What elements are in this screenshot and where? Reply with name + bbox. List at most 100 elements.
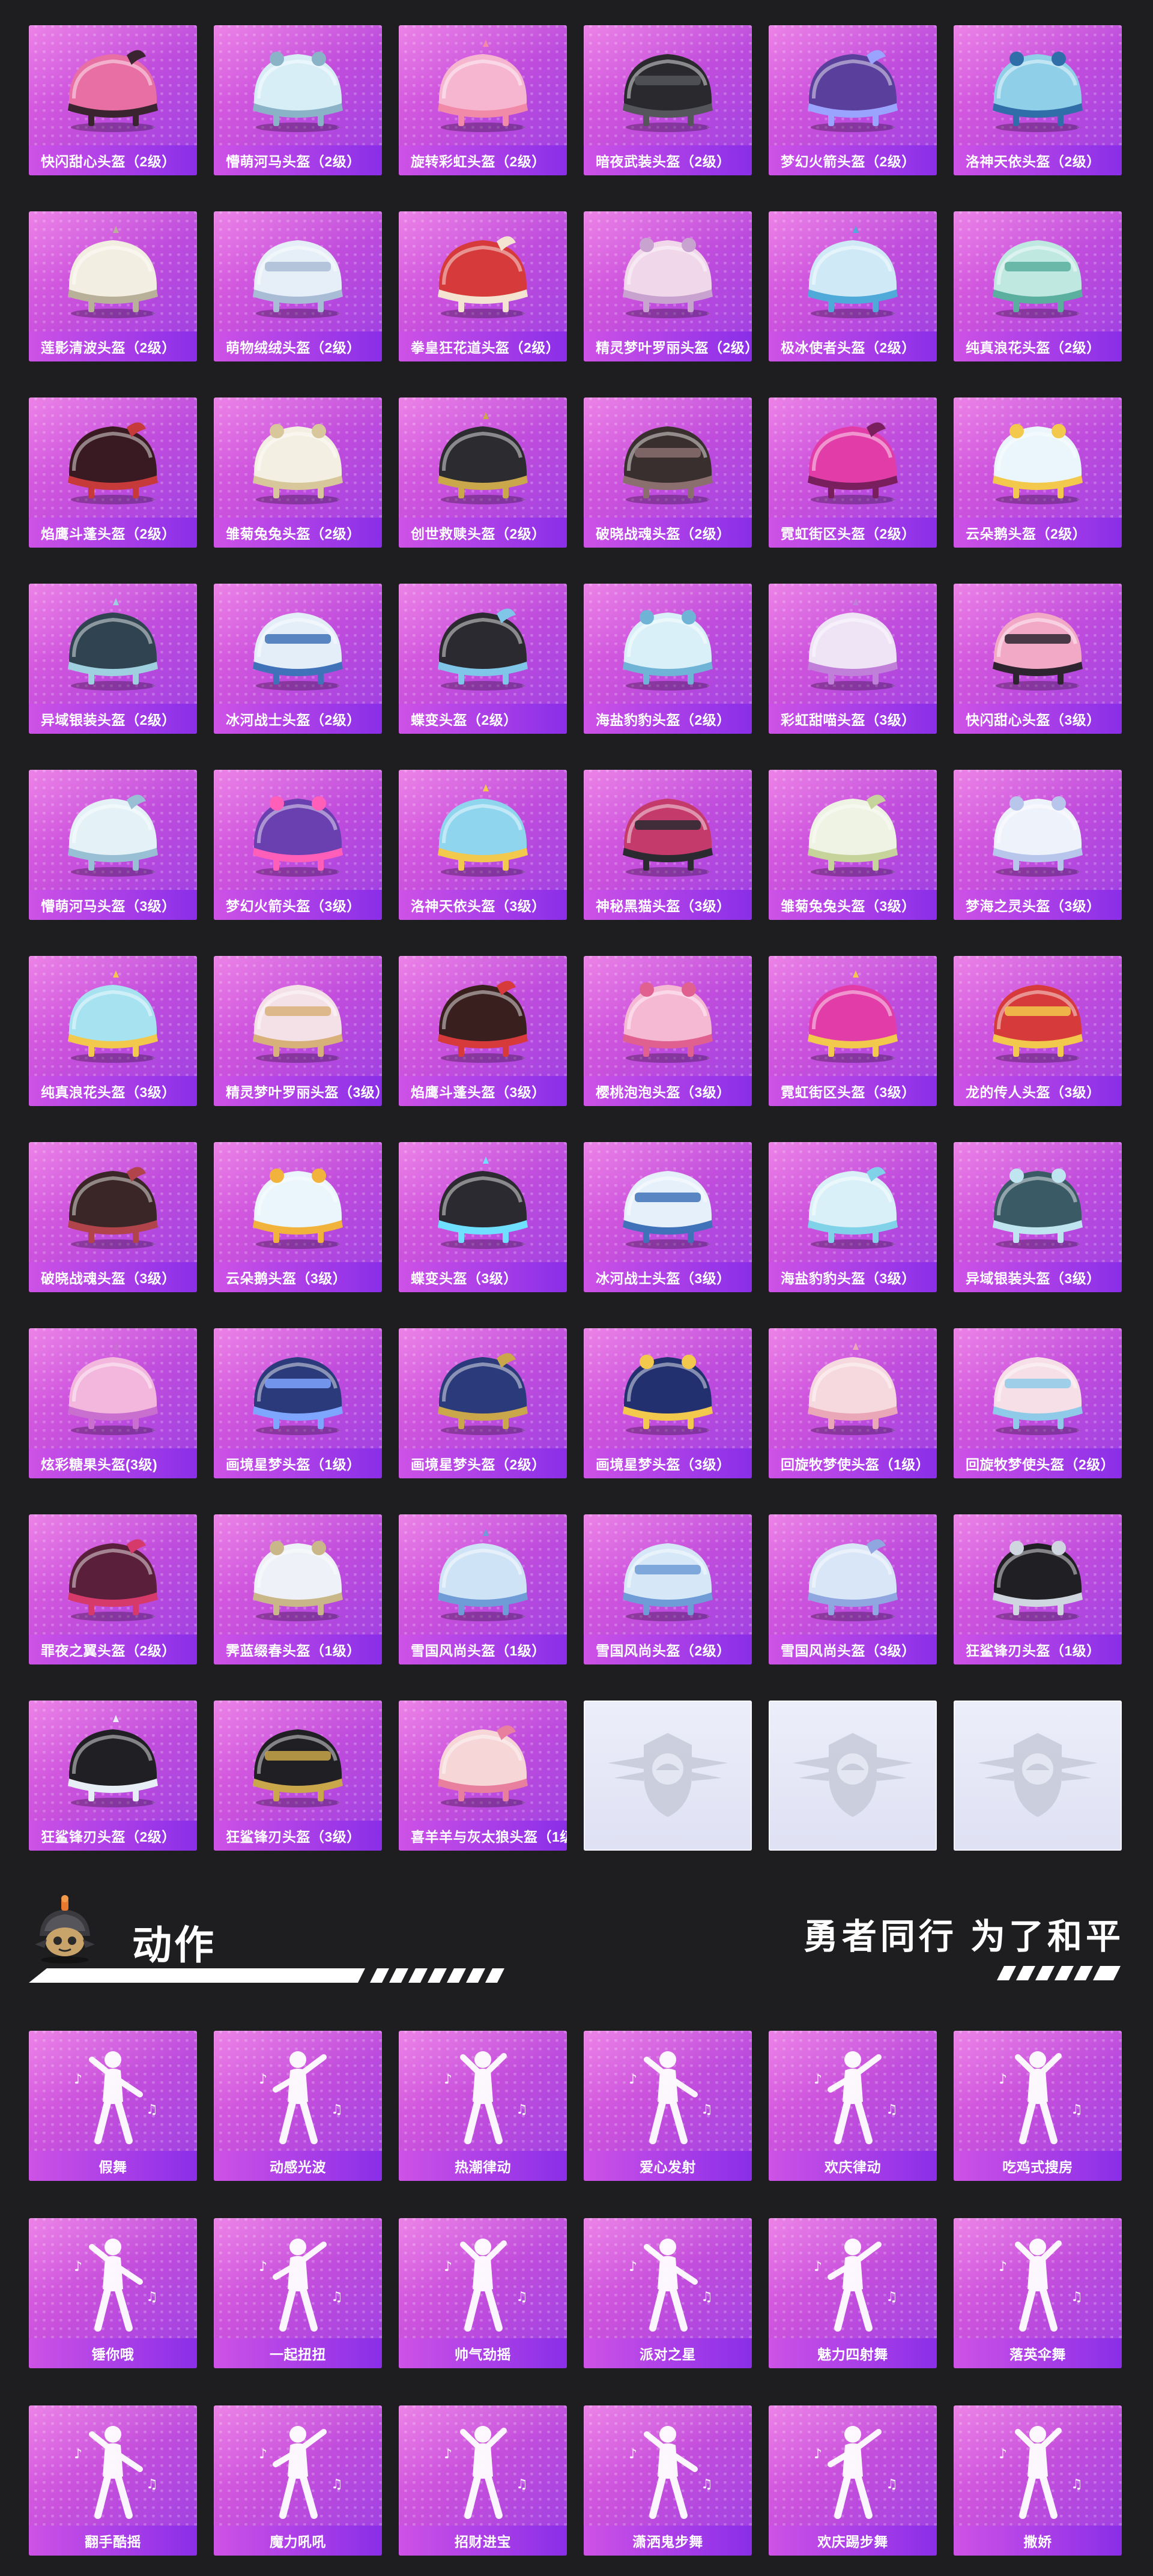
helmet-icon bbox=[253, 240, 343, 318]
helmet-name: 喜羊羊与灰太狼头盔（1级） bbox=[399, 1821, 567, 1851]
helmet-card[interactable]: 雏菊兔兔头盔（3级） bbox=[769, 770, 937, 920]
helmet-card[interactable]: 洛神天依头盔（2级） bbox=[954, 25, 1122, 175]
helmet-card[interactable]: 狂鲨锋刃头盔（3级） bbox=[214, 1701, 382, 1851]
helmet-icon bbox=[993, 52, 1083, 132]
helmet-card[interactable]: 雪国风尚头盔（3级） bbox=[769, 1514, 937, 1664]
helmet-name: 异域银装头盔（3级） bbox=[954, 1262, 1122, 1292]
helmet-card[interactable]: 画境星梦头盔（2级） bbox=[399, 1328, 567, 1478]
helmet-card[interactable]: 画境星梦头盔（3级） bbox=[584, 1328, 752, 1478]
helmet-card[interactable]: 雪国风尚头盔（2级） bbox=[584, 1514, 752, 1664]
helmet-card[interactable]: 快闪甜心头盔（3级） bbox=[954, 584, 1122, 734]
helmet-card[interactable]: 云朵鹅头盔（3级） bbox=[214, 1142, 382, 1292]
emote-card[interactable]: ♪ ♫ 撒娇 bbox=[954, 2405, 1122, 2556]
helmet-card[interactable]: 喜羊羊与灰太狼头盔（1级） bbox=[399, 1701, 567, 1851]
helmet-card[interactable]: 龙的传人头盔（3级） bbox=[954, 956, 1122, 1106]
emote-card[interactable]: ♪ ♫ 魅力四射舞 bbox=[769, 2218, 937, 2368]
helmet-name: 回旋牧梦使头盔（2级） bbox=[954, 1448, 1122, 1478]
helmet-card[interactable]: 懵萌河马头盔（2级） bbox=[214, 25, 382, 175]
helmet-card[interactable]: 回旋牧梦使头盔（1级） bbox=[769, 1328, 937, 1478]
helmet-card[interactable]: 霁蓝缀春头盔（1级） bbox=[214, 1514, 382, 1664]
helmet-card[interactable]: 快闪甜心头盔（2级） bbox=[29, 25, 197, 175]
helmet-card[interactable]: 纯真浪花头盔（2级） bbox=[954, 211, 1122, 361]
helmet-card[interactable]: 梦幻火箭头盔（3级） bbox=[214, 770, 382, 920]
helmet-card[interactable]: 莲影清波头盔（2级） bbox=[29, 211, 197, 361]
helmet-card[interactable]: 冰河战士头盔（2级） bbox=[214, 584, 382, 734]
helmet-card[interactable]: 梦海之灵头盔（3级） bbox=[954, 770, 1122, 920]
helmet-card[interactable]: 回旋牧梦使头盔（2级） bbox=[954, 1328, 1122, 1478]
helmet-name: 萌物绒绒头盔（2级） bbox=[214, 331, 382, 361]
helmet-card[interactable]: 炫彩糖果头盔(3级) bbox=[29, 1328, 197, 1478]
helmet-card[interactable]: 霓虹街区头盔（3级） bbox=[769, 956, 937, 1106]
helmet-card[interactable]: 罪夜之翼头盔（2级） bbox=[29, 1514, 197, 1664]
helmet-card[interactable]: 狂鲨锋刃头盔（2级） bbox=[29, 1701, 197, 1851]
emote-card[interactable]: ♪ ♫ 潇洒鬼步舞 bbox=[584, 2405, 752, 2556]
helmet-card[interactable]: 破晓战魂头盔（3级） bbox=[29, 1142, 197, 1292]
emote-card[interactable]: ♪ ♫ 热潮律动 bbox=[399, 2031, 567, 2181]
helmet-card[interactable]: 精灵梦叶罗丽头盔（3级） bbox=[214, 956, 382, 1106]
empty-slot-card[interactable] bbox=[584, 1701, 752, 1851]
helmet-card[interactable]: 雪国风尚头盔（1级） bbox=[399, 1514, 567, 1664]
helmet-card[interactable]: 焰鹰斗蓬头盔（3级） bbox=[399, 956, 567, 1106]
helmet-card[interactable]: 异域银装头盔（3级） bbox=[954, 1142, 1122, 1292]
emote-card[interactable]: ♪ ♫ 动感光波 bbox=[214, 2031, 382, 2181]
empty-slot-card[interactable] bbox=[954, 1701, 1122, 1851]
helmet-card[interactable]: 雏菊兔兔头盔（2级） bbox=[214, 398, 382, 548]
helmet-icon bbox=[438, 1529, 528, 1621]
helmet-card[interactable]: 海盐豹豹头盔（2级） bbox=[584, 584, 752, 734]
emote-card[interactable]: ♪ ♫ 落英伞舞 bbox=[954, 2218, 1122, 2368]
helmet-card[interactable]: 樱桃泡泡头盔（3级） bbox=[584, 956, 752, 1106]
helmet-card[interactable]: 蝶变头盔（3级） bbox=[399, 1142, 567, 1292]
helmet-card[interactable]: 冰河战士头盔（3级） bbox=[584, 1142, 752, 1292]
emote-name: 欢庆踢步舞 bbox=[769, 2526, 937, 2556]
helmet-card[interactable]: 彩虹甜喵头盔（3级） bbox=[769, 584, 937, 734]
helmet-card[interactable]: 拳皇狂花道头盔（2级） bbox=[399, 211, 567, 361]
helmet-card[interactable]: 极冰使者头盔（2级） bbox=[769, 211, 937, 361]
emote-card[interactable]: ♪ ♫ 派对之星 bbox=[584, 2218, 752, 2368]
helmet-card[interactable]: 精灵梦叶罗丽头盔（2级） bbox=[584, 211, 752, 361]
helmet-card[interactable]: 神秘黑猫头盔（3级） bbox=[584, 770, 752, 920]
helmet-icon bbox=[253, 424, 343, 504]
helmet-card[interactable]: 云朵鹅头盔（2级） bbox=[954, 398, 1122, 548]
emote-card[interactable]: ♪ ♫ 爱心发射 bbox=[584, 2031, 752, 2181]
helmet-card[interactable]: 海盐豹豹头盔（3级） bbox=[769, 1142, 937, 1292]
emote-card[interactable]: ♪ ♫ 锤你哦 bbox=[29, 2218, 197, 2368]
emote-card[interactable]: ♪ ♫ 魔力吼吼 bbox=[214, 2405, 382, 2556]
svg-text:♪: ♪ bbox=[74, 2447, 82, 2462]
helmet-icon bbox=[993, 796, 1083, 877]
emote-card[interactable]: ♪ ♫ 招财进宝 bbox=[399, 2405, 567, 2556]
helmet-icon bbox=[253, 1729, 343, 1807]
helmet-card[interactable]: 异域银装头盔（2级） bbox=[29, 584, 197, 734]
helmet-card[interactable]: 暗夜武装头盔（2级） bbox=[584, 25, 752, 175]
helmet-card[interactable]: 创世救赎头盔（2级） bbox=[399, 398, 567, 548]
helmet-card[interactable]: 纯真浪花头盔（3级） bbox=[29, 956, 197, 1106]
helmet-card[interactable]: 旋转彩虹头盔（2级） bbox=[399, 25, 567, 175]
emote-name: 帅气劲摇 bbox=[399, 2338, 567, 2368]
helmet-name: 旋转彩虹头盔（2级） bbox=[399, 145, 567, 175]
stripe-bar-left bbox=[29, 1968, 504, 1983]
helmet-card[interactable]: 画境星梦头盔（1级） bbox=[214, 1328, 382, 1478]
emote-card[interactable]: ♪ ♫ 翻手酷摇 bbox=[29, 2405, 197, 2556]
emote-card[interactable]: ♪ ♫ 欢庆踢步舞 bbox=[769, 2405, 937, 2556]
helmet-card[interactable]: 霓虹街区头盔（2级） bbox=[769, 398, 937, 548]
helmet-card[interactable]: 焰鹰斗蓬头盔（2级） bbox=[29, 398, 197, 548]
emote-card[interactable]: ♪ ♫ 帅气劲摇 bbox=[399, 2218, 567, 2368]
emote-card[interactable]: ♪ ♫ 一起扭扭 bbox=[214, 2218, 382, 2368]
empty-slot-card[interactable] bbox=[769, 1701, 937, 1851]
helmet-card[interactable]: 洛神天依头盔（3级） bbox=[399, 770, 567, 920]
helmet-card[interactable]: 破晓战魂头盔（2级） bbox=[584, 398, 752, 548]
emote-card[interactable]: ♪ ♫ 假舞 bbox=[29, 2031, 197, 2181]
emote-name: 欢庆律动 bbox=[769, 2151, 937, 2181]
helmet-card[interactable]: 梦幻火箭头盔（2级） bbox=[769, 25, 937, 175]
helmet-card[interactable]: 懵萌河马头盔（3级） bbox=[29, 770, 197, 920]
helmet-card[interactable]: 蝶变头盔（2级） bbox=[399, 584, 567, 734]
helmet-icon bbox=[68, 422, 158, 504]
helmet-name: 樱桃泡泡头盔（3级） bbox=[584, 1076, 752, 1106]
helmet-icon bbox=[438, 608, 528, 691]
helmet-card[interactable]: 狂鲨锋刃头盔（1级） bbox=[954, 1514, 1122, 1664]
emote-card[interactable]: ♪ ♫ 吃鸡式搜房 bbox=[954, 2031, 1122, 2181]
emote-card[interactable]: ♪ ♫ 欢庆律动 bbox=[769, 2031, 937, 2181]
helmet-card[interactable]: 萌物绒绒头盔（2级） bbox=[214, 211, 382, 361]
svg-text:♪: ♪ bbox=[814, 2447, 822, 2462]
emote-name: 派对之星 bbox=[584, 2338, 752, 2368]
emote-name: 一起扭扭 bbox=[214, 2338, 382, 2368]
